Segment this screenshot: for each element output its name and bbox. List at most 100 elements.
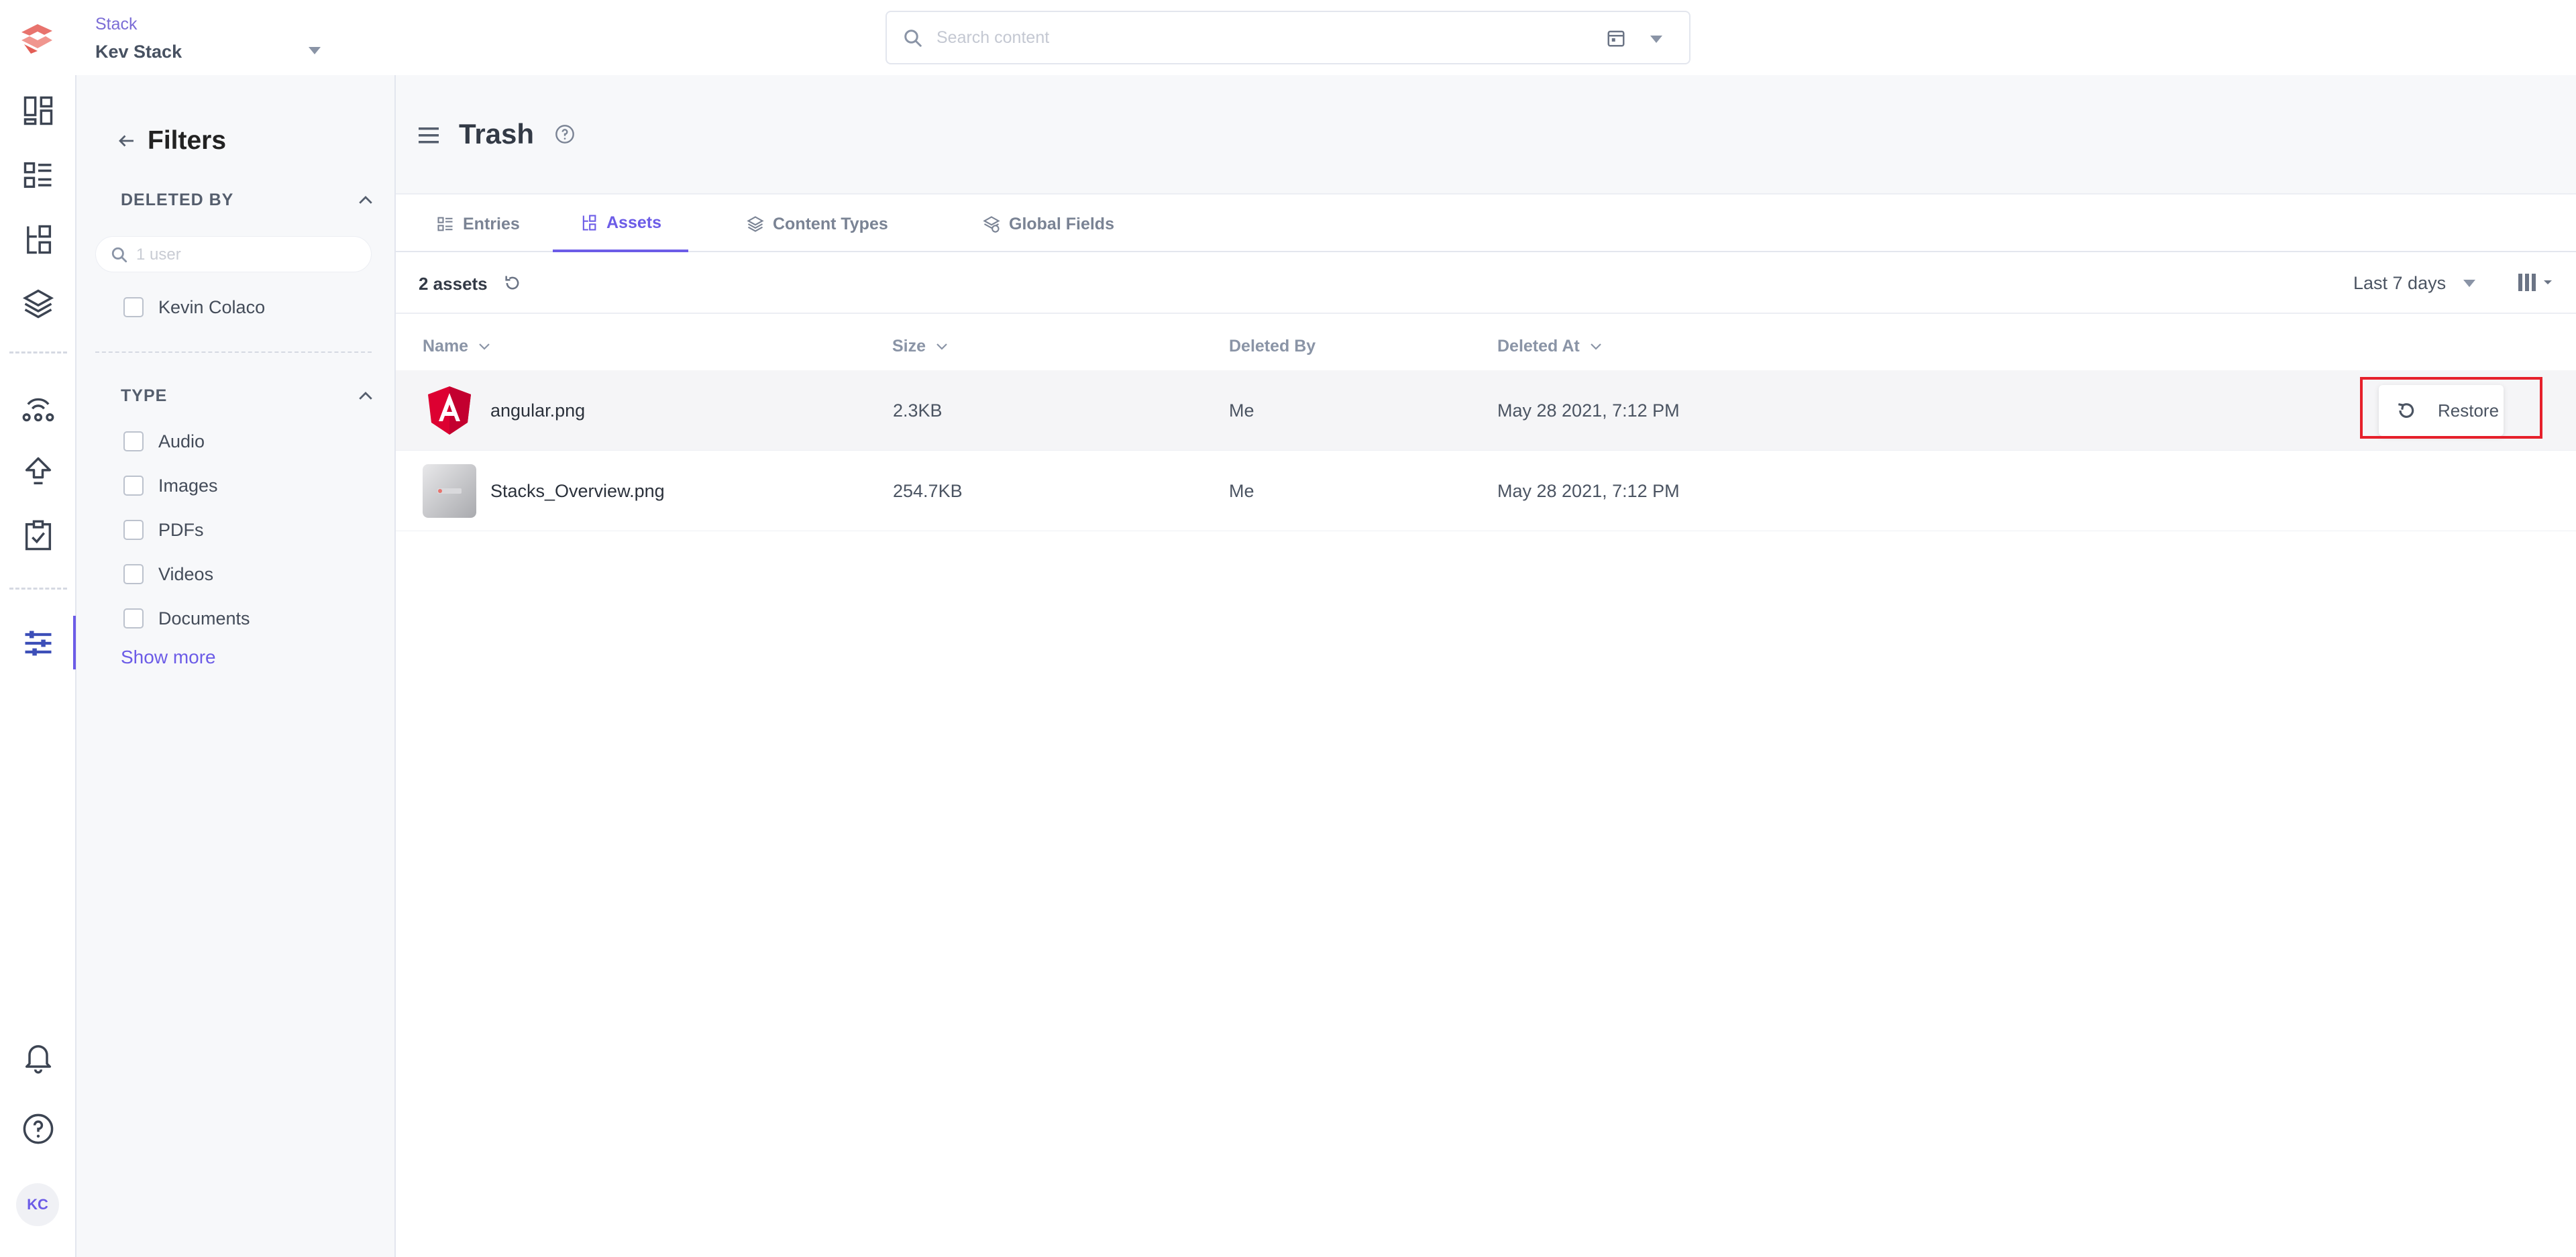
search-icon bbox=[111, 247, 127, 263]
chevron-down-icon bbox=[936, 343, 947, 350]
type-label: TYPE bbox=[121, 386, 168, 405]
asset-deleted-by: Me bbox=[1229, 480, 1254, 501]
contentstack-logo[interactable] bbox=[17, 20, 56, 55]
global-fields-icon bbox=[983, 216, 1000, 233]
tab-assets[interactable]: Assets bbox=[553, 196, 688, 252]
chevron-down-icon bbox=[309, 47, 321, 54]
column-label: Name bbox=[423, 336, 469, 356]
main-content: Trash Entries Assets Content Types Globa… bbox=[396, 75, 2576, 1257]
filter-user-option[interactable]: Kevin Colaco bbox=[123, 294, 265, 321]
dashboard-icon[interactable] bbox=[15, 87, 62, 134]
checkbox[interactable] bbox=[123, 608, 144, 628]
angular-logo-thumbnail bbox=[428, 386, 471, 435]
column-header-deleted-at[interactable]: Deleted At bbox=[1497, 333, 1604, 360]
checkbox[interactable] bbox=[123, 431, 144, 451]
column-header-name[interactable]: Name bbox=[423, 333, 492, 360]
table-row[interactable]: Stacks_Overview.png 254.7KB Me May 28 20… bbox=[396, 451, 2576, 531]
tasks-icon[interactable] bbox=[15, 512, 62, 559]
filter-type-label: Documents bbox=[158, 608, 250, 628]
filter-type-videos[interactable]: Videos bbox=[123, 561, 213, 588]
help-icon[interactable] bbox=[15, 1105, 62, 1152]
deleted-by-label: DELETED BY bbox=[121, 190, 234, 209]
chevron-up-icon[interactable] bbox=[356, 386, 376, 406]
image-preview-thumbnail bbox=[423, 464, 476, 518]
search-icon bbox=[904, 30, 922, 47]
checkbox[interactable] bbox=[123, 476, 144, 496]
filter-type-images[interactable]: Images bbox=[123, 472, 218, 499]
menu-icon[interactable] bbox=[419, 126, 440, 145]
stack-caption: Stack bbox=[95, 15, 138, 34]
highlight-annotation bbox=[2360, 377, 2542, 439]
filter-type-pdfs[interactable]: PDFs bbox=[123, 516, 204, 543]
entries-icon[interactable] bbox=[15, 152, 62, 199]
date-range-dropdown[interactable]: Last 7 days bbox=[2353, 270, 2476, 296]
avatar[interactable]: KC bbox=[16, 1183, 59, 1226]
table-row[interactable]: angular.png 2.3KB Me May 28 2021, 7:12 P… bbox=[396, 370, 2576, 451]
checkbox[interactable] bbox=[123, 297, 144, 317]
asset-size: 2.3KB bbox=[893, 400, 943, 421]
search-input[interactable] bbox=[936, 24, 1540, 51]
filters-header: Filters bbox=[117, 126, 226, 156]
chevron-down-icon bbox=[2463, 279, 2476, 287]
column-label: Size bbox=[892, 336, 926, 356]
filter-type-label: Images bbox=[158, 475, 218, 496]
assets-icon bbox=[582, 215, 596, 231]
icon-rail: KC bbox=[0, 75, 76, 1257]
page-header: Trash bbox=[396, 75, 2576, 195]
show-more-link[interactable]: Show more bbox=[121, 647, 216, 668]
tab-label: Global Fields bbox=[1009, 214, 1114, 233]
list-toolbar: 2 assets Last 7 days bbox=[396, 254, 2576, 314]
filter-type-audio[interactable]: Audio bbox=[123, 428, 205, 455]
refresh-icon[interactable] bbox=[503, 274, 522, 292]
settings-icon[interactable] bbox=[15, 620, 62, 667]
column-header-size[interactable]: Size bbox=[892, 333, 950, 360]
chevron-down-icon bbox=[479, 343, 490, 350]
chevron-down-icon bbox=[1590, 343, 1601, 350]
tab-global-fields[interactable]: Global Fields bbox=[955, 196, 1141, 252]
deleted-by-section-header[interactable]: DELETED BY bbox=[121, 186, 376, 213]
filter-type-documents[interactable]: Documents bbox=[123, 605, 250, 632]
user-search bbox=[95, 236, 372, 272]
tab-label: Content Types bbox=[773, 214, 888, 233]
type-section-header[interactable]: TYPE bbox=[121, 382, 376, 409]
filter-type-label: PDFs bbox=[158, 519, 204, 540]
filter-type-label: Videos bbox=[158, 563, 214, 584]
assets-icon[interactable] bbox=[15, 216, 62, 263]
filters-panel: Filters DELETED BY Kevin Colaco TYPE Aud… bbox=[76, 75, 396, 1257]
checkbox[interactable] bbox=[123, 564, 144, 584]
search-options-dropdown[interactable] bbox=[1650, 36, 1662, 43]
asset-size: 254.7KB bbox=[893, 480, 963, 501]
rail-divider bbox=[9, 588, 67, 590]
webhooks-icon[interactable] bbox=[15, 384, 62, 431]
filters-title: Filters bbox=[148, 126, 227, 155]
asset-name[interactable]: Stacks_Overview.png bbox=[490, 451, 665, 531]
help-icon[interactable] bbox=[554, 123, 576, 145]
publish-queue-icon[interactable] bbox=[15, 448, 62, 495]
tab-content-types[interactable]: Content Types bbox=[719, 196, 915, 252]
chevron-up-icon[interactable] bbox=[356, 190, 376, 211]
saved-search-icon[interactable] bbox=[1606, 28, 1626, 48]
asset-deleted-at: May 28 2021, 7:12 PM bbox=[1497, 480, 1680, 501]
asset-deleted-by: Me bbox=[1229, 400, 1254, 421]
back-arrow-icon[interactable] bbox=[117, 131, 137, 151]
column-label: Deleted At bbox=[1497, 336, 1580, 356]
notifications-icon[interactable] bbox=[15, 1033, 62, 1080]
checkbox[interactable] bbox=[123, 520, 144, 540]
asset-count: 2 assets bbox=[419, 274, 488, 294]
global-search bbox=[885, 11, 1690, 64]
tab-label: Assets bbox=[606, 213, 661, 232]
trash-tabs: Entries Assets Content Types Global Fiel… bbox=[396, 196, 2576, 252]
rail-active-indicator bbox=[73, 616, 76, 669]
content-models-icon[interactable] bbox=[15, 280, 62, 327]
stack-name: Kev Stack bbox=[95, 42, 182, 62]
rail-divider bbox=[9, 351, 67, 353]
top-bar: Stack Kev Stack bbox=[0, 0, 2576, 75]
columns-icon[interactable] bbox=[2517, 271, 2557, 295]
user-search-input[interactable] bbox=[136, 243, 358, 266]
stack-switcher[interactable]: Stack Kev Stack bbox=[95, 11, 323, 64]
asset-name[interactable]: angular.png bbox=[490, 370, 585, 451]
column-label: Deleted By bbox=[1229, 336, 1316, 356]
date-range-label: Last 7 days bbox=[2353, 272, 2447, 293]
filter-user-label: Kevin Colaco bbox=[158, 296, 266, 317]
tab-entries[interactable]: Entries bbox=[409, 196, 547, 252]
